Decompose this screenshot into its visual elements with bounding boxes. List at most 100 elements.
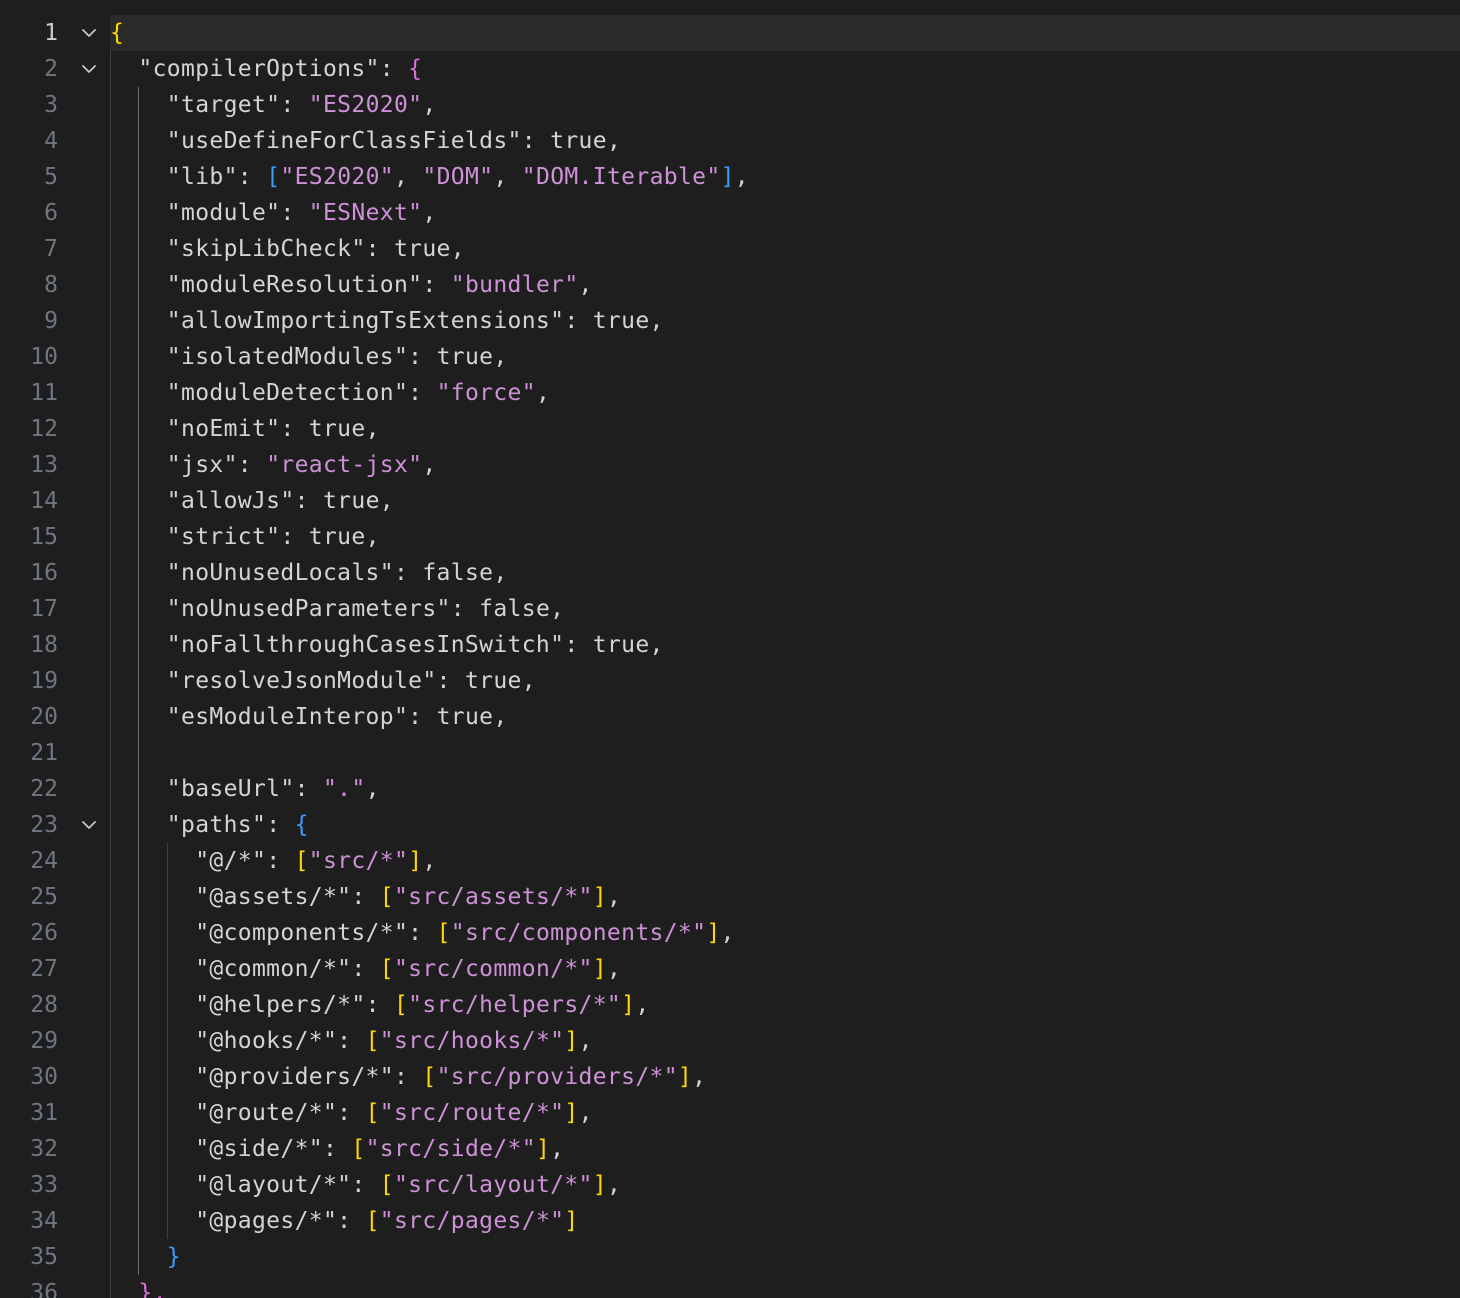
code-line[interactable]: 18 "noFallthroughCasesInSwitch": true, — [0, 627, 1460, 663]
token-punct: , — [578, 272, 593, 298]
code-line[interactable]: 25 "@assets/*": ["src/assets/*"], — [0, 879, 1460, 915]
line-number: 9 — [44, 308, 58, 334]
line-number: 18 — [30, 632, 58, 658]
code-line[interactable]: 19 "resolveJsonModule": true, — [0, 663, 1460, 699]
token-bool: true — [308, 416, 366, 442]
code-line[interactable]: 9 "allowImportingTsExtensions": true, — [0, 303, 1460, 339]
token-punct: : — [450, 596, 480, 622]
code-line[interactable]: 30 "@providers/*": ["src/providers/*"], — [0, 1059, 1460, 1095]
line-code: "moduleDetection": "force", — [110, 375, 550, 411]
token-punct: , — [550, 596, 565, 622]
code-line[interactable]: 1{ — [0, 15, 1460, 51]
token-punct: , — [606, 884, 622, 910]
chevron-down-icon[interactable] — [78, 22, 100, 44]
code-line[interactable]: 8 "moduleResolution": "bundler", — [0, 267, 1460, 303]
token-punct: : — [422, 272, 451, 298]
token-key: "@components/*" — [195, 920, 409, 946]
token-brace1: ] — [564, 1208, 579, 1234]
token-punct — [110, 524, 167, 550]
token-brace1: { — [110, 20, 125, 46]
token-string: "src/components/*" — [450, 920, 707, 946]
code-line[interactable]: 26 "@components/*": ["src/components/*"]… — [0, 915, 1460, 951]
code-line[interactable]: 22 "baseUrl": ".", — [0, 771, 1460, 807]
code-line[interactable]: 12 "noEmit": true, — [0, 411, 1460, 447]
token-punct: , — [734, 164, 749, 190]
code-line[interactable]: 2 "compilerOptions": { — [0, 51, 1460, 87]
line-code: "baseUrl": ".", — [110, 771, 380, 807]
code-line[interactable]: 35 } — [0, 1239, 1460, 1275]
token-brace3: } — [166, 1244, 181, 1270]
token-punct: : — [351, 884, 380, 910]
token-punct: : — [351, 956, 380, 982]
token-key: "noUnusedLocals" — [166, 560, 394, 586]
line-number: 10 — [30, 344, 58, 370]
line-code: "compilerOptions": { — [110, 51, 422, 87]
code-line[interactable]: 31 "@route/*": ["src/route/*"], — [0, 1095, 1460, 1131]
token-brace3: [ — [266, 164, 281, 190]
token-brace1: ] — [621, 992, 636, 1018]
token-string: "DOM" — [422, 164, 494, 190]
code-line[interactable]: 5 "lib": ["ES2020", "DOM", "DOM.Iterable… — [0, 159, 1460, 195]
code-line[interactable]: 32 "@side/*": ["src/side/*"], — [0, 1131, 1460, 1167]
code-line[interactable]: 14 "allowJs": true, — [0, 483, 1460, 519]
line-number: 1 — [44, 20, 58, 46]
token-brace3: ] — [720, 164, 735, 190]
token-punct — [110, 416, 167, 442]
line-number: 30 — [30, 1064, 58, 1090]
token-bool: true — [322, 488, 380, 514]
token-punct — [110, 776, 167, 802]
line-code: "lib": ["ES2020", "DOM", "DOM.Iterable"]… — [110, 159, 749, 195]
line-number: 14 — [30, 488, 58, 514]
token-punct: , — [365, 524, 380, 550]
token-key: "noEmit" — [166, 416, 281, 442]
token-key: "moduleDetection" — [166, 380, 409, 406]
code-line[interactable]: 28 "@helpers/*": ["src/helpers/*"], — [0, 987, 1460, 1023]
line-number: 4 — [44, 128, 58, 154]
line-number: 17 — [30, 596, 58, 622]
token-punct — [110, 704, 167, 730]
line-code: "noUnusedParameters": false, — [110, 591, 564, 627]
token-brace1: ] — [706, 920, 721, 946]
code-line[interactable]: 6 "module": "ESNext", — [0, 195, 1460, 231]
code-line[interactable]: 7 "skipLibCheck": true, — [0, 231, 1460, 267]
code-line[interactable]: 27 "@common/*": ["src/common/*"], — [0, 951, 1460, 987]
token-punct — [110, 164, 167, 190]
code-line[interactable]: 33 "@layout/*": ["src/layout/*"], — [0, 1167, 1460, 1203]
code-line[interactable]: 3 "target": "ES2020", — [0, 87, 1460, 123]
code-line[interactable]: 15 "strict": true, — [0, 519, 1460, 555]
token-key: "target" — [166, 92, 281, 118]
token-bool: false — [422, 560, 494, 586]
code-line[interactable]: 21 — [0, 735, 1460, 771]
token-key: "moduleResolution" — [166, 272, 423, 298]
token-bool: true — [592, 308, 650, 334]
token-punct: : — [280, 92, 309, 118]
token-brace1: [ — [379, 884, 394, 910]
code-line[interactable]: 13 "jsx": "react-jsx", — [0, 447, 1460, 483]
code-line[interactable]: 17 "noUnusedParameters": false, — [0, 591, 1460, 627]
code-line[interactable]: 24 "@/*": ["src/*"], — [0, 843, 1460, 879]
code-line[interactable]: 10 "isolatedModules": true, — [0, 339, 1460, 375]
code-line[interactable]: 36 }, — [0, 1275, 1460, 1298]
chevron-down-icon[interactable] — [78, 814, 100, 836]
line-code: "jsx": "react-jsx", — [110, 447, 437, 483]
chevron-down-icon[interactable] — [78, 58, 100, 80]
code-line[interactable]: 23 "paths": { — [0, 807, 1460, 843]
token-brace1: ] — [535, 1136, 551, 1162]
line-code: "allowJs": true, — [110, 483, 394, 519]
token-brace2: }, — [138, 1280, 167, 1298]
code-line[interactable]: 29 "@hooks/*": ["src/hooks/*"], — [0, 1023, 1460, 1059]
code-line[interactable]: 20 "esModuleInterop": true, — [0, 699, 1460, 735]
code-line[interactable]: 34 "@pages/*": ["src/pages/*"] — [0, 1203, 1460, 1239]
line-code: "@layout/*": ["src/layout/*"], — [110, 1167, 621, 1203]
code-line[interactable]: 11 "moduleDetection": "force", — [0, 375, 1460, 411]
token-punct — [110, 668, 167, 694]
line-code: "@hooks/*": ["src/hooks/*"], — [110, 1023, 593, 1059]
token-punct: , — [493, 164, 522, 190]
token-punct — [110, 956, 195, 982]
code-editor[interactable]: 1{2 "compilerOptions": {3 "target": "ES2… — [0, 0, 1460, 1298]
code-line[interactable]: 16 "noUnusedLocals": false, — [0, 555, 1460, 591]
line-number: 24 — [30, 848, 58, 874]
line-number: 34 — [30, 1208, 58, 1234]
code-line[interactable]: 4 "useDefineForClassFields": true, — [0, 123, 1460, 159]
line-number: 27 — [30, 956, 58, 982]
